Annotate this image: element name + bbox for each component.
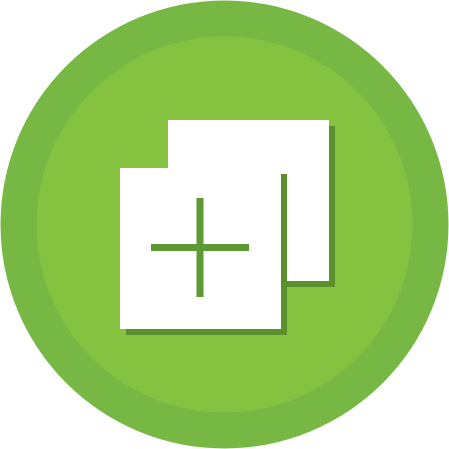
- icon-canvas: [0, 0, 449, 449]
- add-duplicate-icon[interactable]: [0, 0, 449, 449]
